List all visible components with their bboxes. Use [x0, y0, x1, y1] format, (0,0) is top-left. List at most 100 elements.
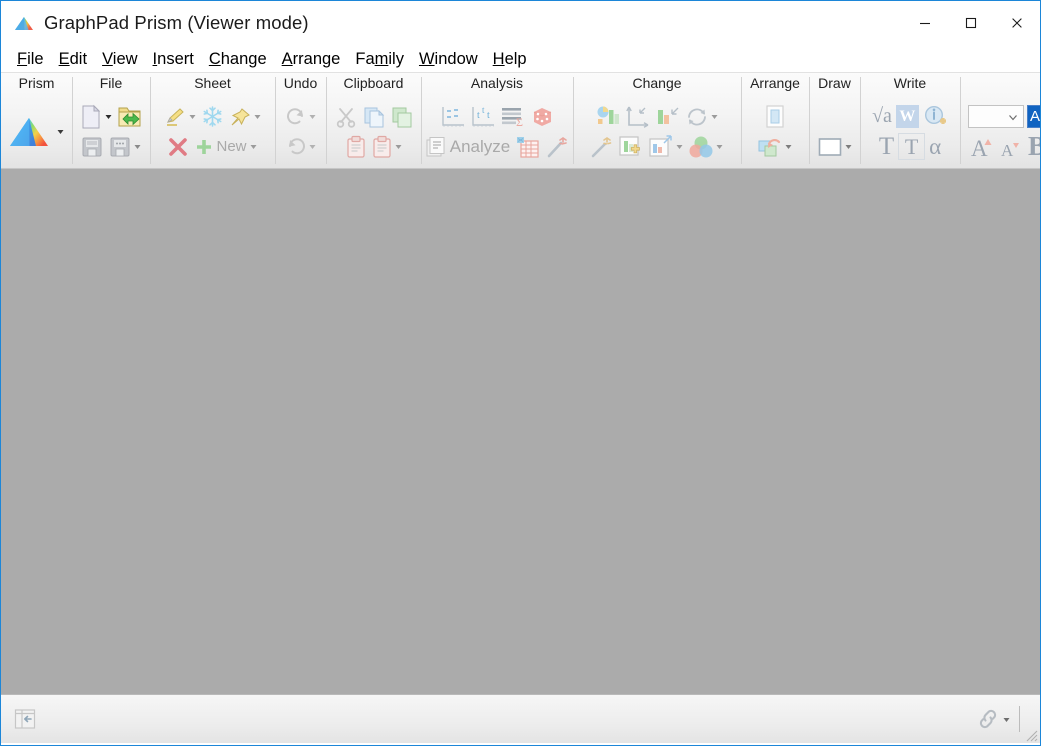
simulate-button[interactable] — [528, 105, 556, 129]
resize-graph-button[interactable] — [646, 134, 686, 159]
maximize-button[interactable] — [948, 1, 994, 45]
paste-button[interactable] — [343, 135, 369, 159]
menu-edit-key: E — [58, 49, 70, 68]
text-tool-button[interactable]: T — [877, 134, 896, 159]
font-size-combo[interactable] — [968, 105, 1024, 128]
ribbon-group-analysis-title: Analysis — [470, 75, 524, 91]
greek-alpha-button[interactable]: α — [927, 134, 943, 159]
chevron-down-icon — [105, 115, 112, 119]
draw-rectangle-button[interactable] — [815, 136, 855, 158]
summary-stats-button[interactable]: Σ — [498, 105, 528, 129]
pin-sheet-button[interactable] — [226, 106, 264, 128]
copy-pages-icon — [364, 107, 384, 127]
redo-arrow-icon — [286, 107, 303, 124]
shrink-font-button[interactable]: A — [998, 134, 1026, 160]
change-graph-type-button[interactable] — [593, 105, 623, 129]
link-menu-button[interactable] — [975, 707, 1011, 731]
interpolate-button[interactable] — [438, 105, 468, 129]
change-bars-button[interactable] — [653, 105, 683, 129]
open-file-button[interactable] — [115, 104, 145, 130]
page-layout-button[interactable] — [761, 104, 789, 130]
menu-view-key: V — [102, 49, 113, 68]
window-title: GraphPad Prism (Viewer mode) — [44, 12, 309, 33]
undo-button[interactable] — [283, 137, 319, 157]
grow-font-button[interactable]: A — [968, 134, 998, 160]
save-as-button[interactable] — [106, 135, 144, 159]
menu-edit[interactable]: Edit — [52, 49, 95, 69]
bring-forward-button[interactable] — [755, 135, 795, 159]
analysis-wand-button[interactable] — [543, 135, 571, 159]
menu-family-pre: Fa — [355, 49, 375, 68]
menu-window-key: W — [418, 49, 435, 68]
red-x-icon — [169, 137, 188, 156]
text-t-boxed-icon: T — [898, 133, 926, 160]
bold-button[interactable]: B — [1026, 133, 1040, 160]
collapse-navigator-button[interactable] — [12, 706, 38, 732]
clipboard-icon — [346, 135, 365, 158]
menu-insert[interactable]: Insert — [146, 49, 202, 69]
delete-sheet-button[interactable] — [165, 136, 191, 158]
freeze-sheet-button[interactable] — [199, 105, 226, 128]
save-button[interactable] — [78, 135, 106, 159]
new-sheet-button[interactable]: New — [191, 136, 259, 158]
svg-text:A: A — [1001, 141, 1014, 160]
text-t-icon: T — [878, 133, 895, 160]
analyze-sheet-icon — [426, 136, 445, 156]
ribbon-group-file: File — [72, 73, 150, 168]
close-button[interactable] — [994, 1, 1040, 45]
new-file-button[interactable] — [77, 104, 115, 130]
menu-family[interactable]: Family — [348, 49, 412, 69]
ribbon-group-clipboard: Clipboard — [326, 73, 421, 168]
redo-button[interactable] — [283, 107, 319, 127]
menu-help[interactable]: Help — [486, 49, 535, 69]
analyze-button[interactable]: Analyze — [423, 135, 513, 159]
ribbon-group-font-title — [1009, 73, 1013, 95]
ribbon-row-draw-bottom — [815, 132, 855, 162]
prism-app-button[interactable] — [9, 113, 65, 151]
word-w-icon: W — [895, 105, 919, 128]
chevron-down-icon — [1003, 717, 1010, 722]
magic-button[interactable] — [588, 135, 616, 159]
document-canvas-area[interactable] — [1, 169, 1040, 694]
menu-family-key: m — [374, 49, 389, 68]
graph-plus-icon — [619, 135, 640, 156]
ribbon-group-write-title: Write — [893, 75, 927, 91]
window-controls — [902, 1, 1040, 45]
menu-view[interactable]: View — [95, 49, 145, 69]
ribbon-row-change-bottom — [588, 132, 726, 162]
insert-info-button[interactable] — [921, 104, 950, 129]
ribbon-group-prism-title: Prism — [18, 75, 55, 91]
ribbon-group-change-title: Change — [632, 75, 682, 91]
chevron-down-icon — [395, 145, 401, 149]
resize-grip-icon[interactable] — [1022, 726, 1038, 742]
minimize-button[interactable] — [902, 1, 948, 45]
copy-button[interactable] — [360, 105, 388, 129]
color-scheme-button[interactable] — [686, 135, 726, 159]
refresh-button[interactable] — [683, 106, 721, 128]
menu-change[interactable]: Change — [202, 49, 275, 69]
ribbon-group-file-title: File — [99, 75, 123, 91]
layer-rotate-icon — [758, 138, 781, 156]
insert-word-object-button[interactable]: W — [894, 105, 921, 128]
grid-extract-icon — [517, 136, 539, 158]
menu-file[interactable]: File — [10, 49, 52, 69]
change-axes-button[interactable] — [623, 105, 653, 129]
font-name-combo[interactable]: Ar — [1027, 105, 1040, 128]
extract-data-button[interactable] — [513, 134, 543, 160]
text-box-button[interactable]: T — [896, 133, 927, 160]
insert-equation-button[interactable]: √a — [870, 105, 894, 128]
rename-sheet-button[interactable] — [161, 106, 199, 128]
menu-arrange[interactable]: Arrange — [275, 49, 349, 69]
menu-edit-post: dit — [69, 49, 88, 68]
ribbon-row-arrange-bottom — [755, 132, 795, 162]
add-graph-button[interactable] — [616, 135, 646, 159]
ribbon-group-draw: Draw — [809, 73, 860, 168]
snowflake-icon — [203, 106, 222, 127]
menu-change-post: hange — [220, 49, 267, 68]
cut-button[interactable] — [332, 105, 360, 129]
t-test-button[interactable]: t t t — [468, 105, 498, 129]
menu-window[interactable]: Window — [412, 49, 486, 69]
paste-special-button[interactable] — [369, 135, 405, 159]
prism-main-window: GraphPad Prism (Viewer mode) File Edit V… — [0, 0, 1041, 746]
duplicate-button[interactable] — [388, 105, 416, 129]
